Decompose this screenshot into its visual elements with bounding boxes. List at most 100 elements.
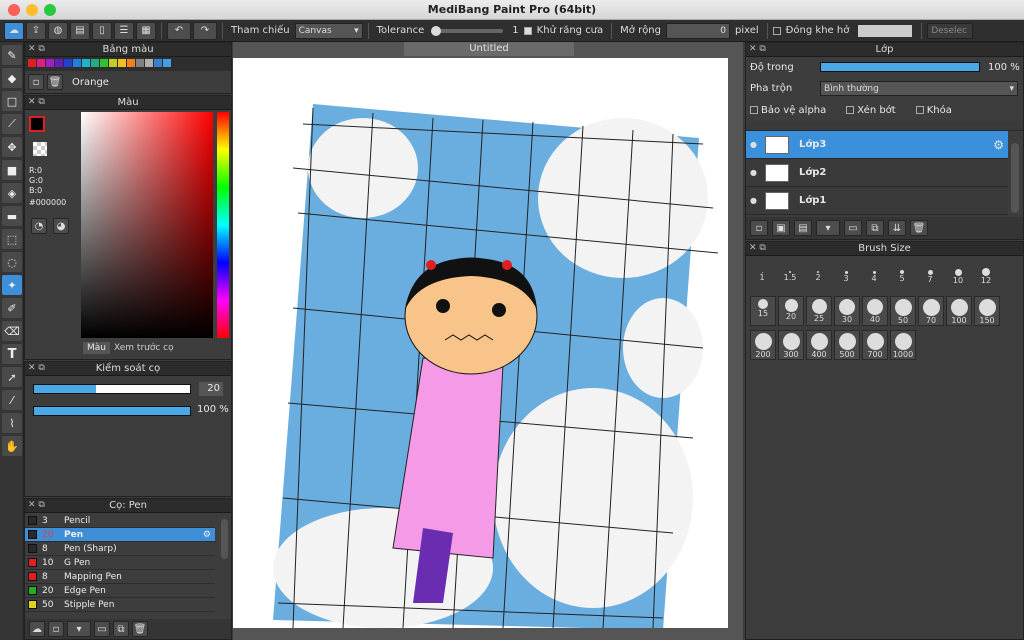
comment-icon[interactable]: ▤ xyxy=(70,21,90,40)
visibility-icon[interactable]: ● xyxy=(750,168,757,177)
brush-size-option[interactable]: 15 xyxy=(750,296,776,326)
share-icon[interactable]: ⇪ xyxy=(26,21,46,40)
panel-close-icon[interactable]: ✕ ⧉ xyxy=(28,499,45,512)
brush-tool-icon[interactable]: ✎ xyxy=(2,45,22,65)
clip-option[interactable]: Xén bớt xyxy=(846,105,896,116)
select-tool-icon[interactable]: ⬚ xyxy=(2,229,22,249)
brush-size-option[interactable]: 25 xyxy=(806,296,832,326)
brush-item[interactable]: 50 Stipple Pen xyxy=(25,598,215,612)
maximize-window-button[interactable] xyxy=(44,4,56,16)
brush-size-option[interactable]: 30 xyxy=(834,296,860,326)
brush-size-option[interactable]: 3 xyxy=(834,262,858,288)
gap-slider[interactable] xyxy=(858,24,913,37)
brush-size-option[interactable]: 200 xyxy=(750,330,776,360)
fill-tool-icon[interactable]: ◈ xyxy=(2,183,22,203)
color-swatch[interactable] xyxy=(46,59,54,67)
grid-icon[interactable]: ▦ xyxy=(136,21,156,40)
new-8bit-layer-icon[interactable]: ▤ xyxy=(794,220,812,236)
color-picker-icon[interactable]: ◕ xyxy=(53,218,69,234)
cloud-icon[interactable]: ☁ xyxy=(4,21,24,40)
protect-alpha-checkbox[interactable] xyxy=(750,105,758,114)
lasso-tool-icon[interactable]: ◌ xyxy=(2,252,22,272)
brush-size-option[interactable]: 7 xyxy=(918,262,942,288)
tolerance-slider[interactable] xyxy=(431,25,504,36)
shape-tool-icon[interactable]: ■ xyxy=(2,160,22,180)
layer-row[interactable]: ● Lớp2 xyxy=(746,159,1008,187)
blur-tool-icon[interactable]: ⟋ xyxy=(2,114,22,134)
background-color[interactable] xyxy=(33,142,47,156)
text-tool-icon[interactable]: T xyxy=(2,344,22,364)
brush-size-option[interactable]: 1000 xyxy=(890,330,916,360)
undo-icon[interactable]: ↶ xyxy=(167,21,191,40)
color-swatch[interactable] xyxy=(73,59,81,67)
page-icon[interactable]: ▯ xyxy=(92,21,112,40)
minimize-window-button[interactable] xyxy=(26,4,38,16)
drawing-canvas[interactable] xyxy=(233,58,733,628)
brush-size-option[interactable]: 70 xyxy=(918,296,944,326)
color-swatch[interactable] xyxy=(91,59,99,67)
folder-icon[interactable]: ▭ xyxy=(844,220,862,236)
brush-size-option[interactable]: 1.5 xyxy=(778,262,802,288)
duplicate-icon[interactable]: ⧉ xyxy=(113,621,129,637)
color-swatch[interactable] xyxy=(136,59,144,67)
brush-size-option[interactable]: 100 xyxy=(946,296,972,326)
duplicate-icon[interactable]: ⧉ xyxy=(866,220,884,236)
brush-item[interactable]: 20 Pen ⚙ xyxy=(25,528,215,542)
dot-tool-icon[interactable]: □ xyxy=(2,91,22,111)
new-color-icon[interactable]: ▫ xyxy=(28,74,44,90)
redo-icon[interactable]: ↷ xyxy=(193,21,217,40)
brush-size-option[interactable]: 4 xyxy=(862,262,886,288)
brush-size-option[interactable]: 400 xyxy=(806,330,832,360)
new-layer-icon[interactable]: ▫ xyxy=(750,220,768,236)
panel-close-icon[interactable]: ✕ ⧉ xyxy=(28,96,45,109)
canvas-scrollbar-vertical[interactable] xyxy=(733,202,741,402)
eraser-tool-icon[interactable]: ◆ xyxy=(2,68,22,88)
brush-item[interactable]: 10 G Pen xyxy=(25,556,215,570)
color-swatch[interactable] xyxy=(82,59,90,67)
operation-tool-icon[interactable]: ➚ xyxy=(2,367,22,387)
brush-size-option[interactable]: 50 xyxy=(890,296,916,326)
layer-row[interactable]: ● Lớp1 xyxy=(746,187,1008,215)
tab-color[interactable]: Màu xyxy=(83,342,110,354)
clip-checkbox[interactable] xyxy=(846,105,855,114)
eyedropper-tool-icon[interactable]: ⌇ xyxy=(2,413,22,433)
hand-tool-icon[interactable]: ✋ xyxy=(2,436,22,456)
layer-row[interactable]: ● Lớp3 ⚙ xyxy=(746,131,1008,159)
lock-checkbox[interactable] xyxy=(915,105,924,114)
panel-close-icon[interactable]: ✕ ⧉ xyxy=(749,242,766,255)
gear-icon[interactable]: ⚙ xyxy=(993,138,1004,152)
magic-wand-tool-icon[interactable]: ✦ xyxy=(2,275,22,295)
layer-opacity-slider[interactable] xyxy=(820,62,980,72)
visibility-icon[interactable]: ● xyxy=(750,140,757,149)
trash-icon[interactable]: 🗑 xyxy=(47,74,63,90)
brush-size-option[interactable]: 40 xyxy=(862,296,888,326)
blend-select[interactable]: Bình thường ▾ xyxy=(820,80,1018,96)
divide-tool-icon[interactable]: ⁄ xyxy=(2,390,22,410)
panel-close-icon[interactable]: ✕ ⧉ xyxy=(28,43,45,56)
list-icon[interactable]: ☰ xyxy=(114,21,134,40)
brush-size-option[interactable]: 10 xyxy=(946,262,970,288)
brush-scrollbar[interactable] xyxy=(221,519,228,559)
add-layer-menu-icon[interactable]: ▾ xyxy=(816,220,840,236)
brush-opacity-slider[interactable] xyxy=(33,406,191,416)
visibility-icon[interactable]: ● xyxy=(750,196,757,205)
color-swatch[interactable] xyxy=(28,59,36,67)
gap-checkbox[interactable] xyxy=(772,26,781,35)
folder-icon[interactable]: ▭ xyxy=(94,621,110,637)
color-swatch[interactable] xyxy=(154,59,162,67)
canvas-scrollbar-horizontal[interactable] xyxy=(273,629,693,637)
color-swatch[interactable] xyxy=(100,59,108,67)
color-swatch[interactable] xyxy=(55,59,63,67)
deselect-button[interactable]: Deselec xyxy=(927,22,974,39)
cloud-brush-icon[interactable]: ☁ xyxy=(29,621,45,637)
brush-item[interactable]: 8 Mapping Pen xyxy=(25,570,215,584)
brush-size-option[interactable]: 5 xyxy=(890,262,914,288)
tab-brush-preview[interactable]: Xem trước cọ xyxy=(110,342,178,354)
panel-close-icon[interactable]: ✕ ⧉ xyxy=(749,43,766,56)
brush-size-option[interactable]: 300 xyxy=(778,330,804,360)
select-eraser-tool-icon[interactable]: ⌫ xyxy=(2,321,22,341)
close-window-button[interactable] xyxy=(8,4,20,16)
expand-input[interactable]: 0 xyxy=(666,22,730,39)
color-swatch[interactable] xyxy=(145,59,153,67)
new-halftone-layer-icon[interactable]: ▣ xyxy=(772,220,790,236)
